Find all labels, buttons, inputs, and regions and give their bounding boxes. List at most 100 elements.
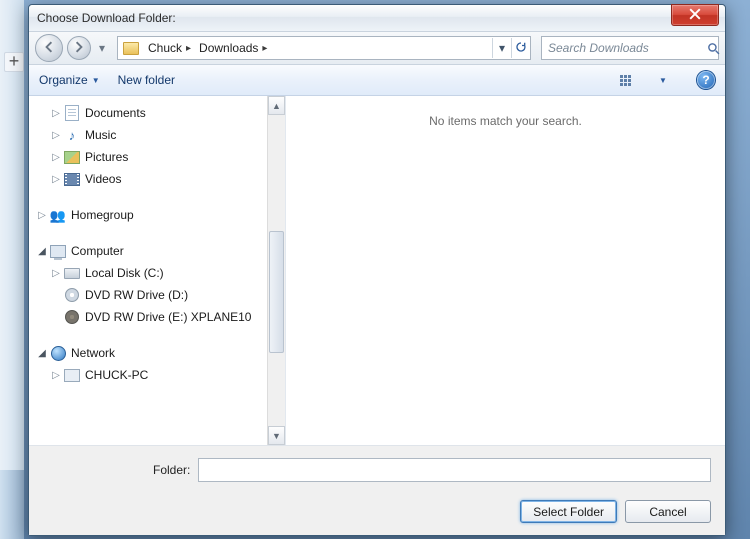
expand-toggle[interactable]: ▷ [49, 108, 63, 119]
help-button[interactable]: ? [697, 71, 715, 89]
expand-toggle[interactable]: ▷ [49, 130, 63, 141]
pictures-icon [63, 149, 81, 165]
chevron-down-icon: ▾ [99, 41, 105, 55]
tree-spacer [35, 328, 267, 342]
refresh-button[interactable] [511, 38, 530, 58]
chevron-right-icon: ▸ [186, 43, 191, 54]
backdrop: + Choose Download Folder: ▾ [0, 0, 750, 539]
folder-input-row: Folder: [43, 458, 711, 482]
tree-label: Local Disk (C:) [85, 266, 164, 280]
button-row: Select Folder Cancel [43, 500, 711, 523]
tree-item-dvd-e[interactable]: DVD RW Drive (E:) XPLANE10 [35, 306, 267, 328]
search-input[interactable] [546, 40, 707, 56]
chevron-up-icon: ▲ [272, 101, 281, 111]
tree-scrollbar[interactable]: ▲ ▼ [267, 96, 285, 445]
tree-label: Music [85, 128, 116, 142]
view-mode-button[interactable] [613, 69, 637, 91]
tree-spacer [35, 226, 267, 240]
pc-icon [63, 367, 81, 383]
tree-label: CHUCK-PC [85, 368, 148, 382]
collapse-toggle[interactable]: ◢ [35, 348, 49, 359]
chevron-right-icon: ▸ [262, 43, 267, 54]
new-folder-button[interactable]: New folder [118, 73, 175, 87]
tree-item-network[interactable]: ◢ Network [35, 342, 267, 364]
tree-spacer [35, 190, 267, 204]
breadcrumb-label: Chuck [148, 41, 182, 55]
new-folder-label: New folder [118, 73, 175, 87]
address-bar[interactable]: Chuck ▸ Downloads ▸ ▾ [117, 36, 531, 60]
folder-name-input[interactable] [198, 458, 711, 482]
tree-item-computer[interactable]: ◢ Computer [35, 240, 267, 262]
organize-label: Organize [39, 73, 88, 87]
dvd-icon [63, 309, 81, 325]
command-bar: Organize ▼ New folder ▼ ? [29, 65, 725, 96]
folder-tree[interactable]: ▷Documents ▷♪Music ▷Pictures ▷Videos ▷👥H… [29, 96, 267, 445]
homegroup-icon: 👥 [49, 207, 67, 223]
arrow-left-icon [43, 41, 55, 56]
tree-item-chuck-pc[interactable]: ▷ CHUCK-PC [35, 364, 267, 386]
tree-label: Documents [85, 106, 146, 120]
tree-label: Network [71, 346, 115, 360]
tree-item-music[interactable]: ▷♪ Music [35, 124, 267, 146]
tree-item-videos[interactable]: ▷ Videos [35, 168, 267, 190]
organize-menu[interactable]: Organize ▼ [39, 73, 100, 87]
close-icon [689, 8, 701, 23]
chevron-down-icon: ▼ [659, 76, 667, 85]
documents-icon [63, 105, 81, 121]
breadcrumb-downloads[interactable]: Downloads ▸ [195, 37, 271, 59]
help-icon: ? [702, 73, 709, 87]
videos-icon [63, 171, 81, 187]
file-list-pane[interactable]: No items match your search. [286, 96, 725, 445]
navigation-pane: ▷Documents ▷♪Music ▷Pictures ▷Videos ▷👥H… [29, 96, 286, 445]
dialog-body: ▷Documents ▷♪Music ▷Pictures ▷Videos ▷👥H… [29, 96, 725, 445]
view-mode-dropdown[interactable]: ▼ [655, 69, 671, 91]
network-icon [49, 345, 67, 361]
music-icon: ♪ [63, 127, 81, 143]
address-dropdown[interactable]: ▾ [492, 38, 511, 58]
dialog-window: Choose Download Folder: ▾ Chuck [28, 4, 726, 536]
drive-icon [63, 265, 81, 281]
tree-item-dvd-d[interactable]: DVD RW Drive (D:) [35, 284, 267, 306]
expand-toggle[interactable]: ▷ [49, 268, 63, 279]
scroll-up-button[interactable]: ▲ [268, 96, 285, 115]
tree-label: Pictures [85, 150, 128, 164]
expand-toggle[interactable]: ▷ [49, 152, 63, 163]
breadcrumb-label: Downloads [199, 41, 258, 55]
tree-label: DVD RW Drive (D:) [85, 288, 188, 302]
back-button[interactable] [35, 34, 63, 62]
breadcrumb-chuck[interactable]: Chuck ▸ [144, 37, 195, 59]
forward-button[interactable] [67, 36, 91, 60]
tree-item-local-disk-c[interactable]: ▷ Local Disk (C:) [35, 262, 267, 284]
select-folder-button[interactable]: Select Folder [520, 500, 617, 523]
bg-right-strip [0, 470, 24, 539]
scroll-down-button[interactable]: ▼ [268, 426, 285, 445]
close-button[interactable] [671, 4, 719, 26]
empty-message: No items match your search. [429, 114, 582, 128]
titlebar[interactable]: Choose Download Folder: [29, 5, 725, 32]
scroll-track[interactable] [268, 115, 285, 426]
dvd-icon [63, 287, 81, 303]
refresh-icon [515, 41, 527, 56]
tree-item-pictures[interactable]: ▷ Pictures [35, 146, 267, 168]
tree-label: Homegroup [71, 208, 134, 222]
scroll-thumb[interactable] [269, 231, 284, 353]
chevron-down-icon: ▾ [499, 41, 505, 55]
cancel-button[interactable]: Cancel [625, 500, 711, 523]
chevron-down-icon: ▼ [272, 431, 281, 441]
collapse-toggle[interactable]: ◢ [35, 246, 49, 257]
nav-history-dropdown[interactable]: ▾ [95, 37, 109, 59]
location-folder-icon [122, 39, 140, 57]
grid-icon [620, 75, 631, 86]
expand-toggle[interactable]: ▷ [35, 210, 49, 221]
search-icon [707, 42, 720, 55]
tree-label: Videos [85, 172, 121, 186]
tree-item-homegroup[interactable]: ▷👥 Homegroup [35, 204, 267, 226]
tree-label: DVD RW Drive (E:) XPLANE10 [85, 310, 251, 324]
tree-item-documents[interactable]: ▷ Documents [35, 102, 267, 124]
search-box[interactable] [541, 36, 719, 60]
window-title: Choose Download Folder: [37, 11, 176, 25]
expand-toggle[interactable]: ▷ [49, 174, 63, 185]
expand-toggle[interactable]: ▷ [49, 370, 63, 381]
browser-newtab-button[interactable]: + [4, 52, 24, 72]
tree-label: Computer [71, 244, 124, 258]
